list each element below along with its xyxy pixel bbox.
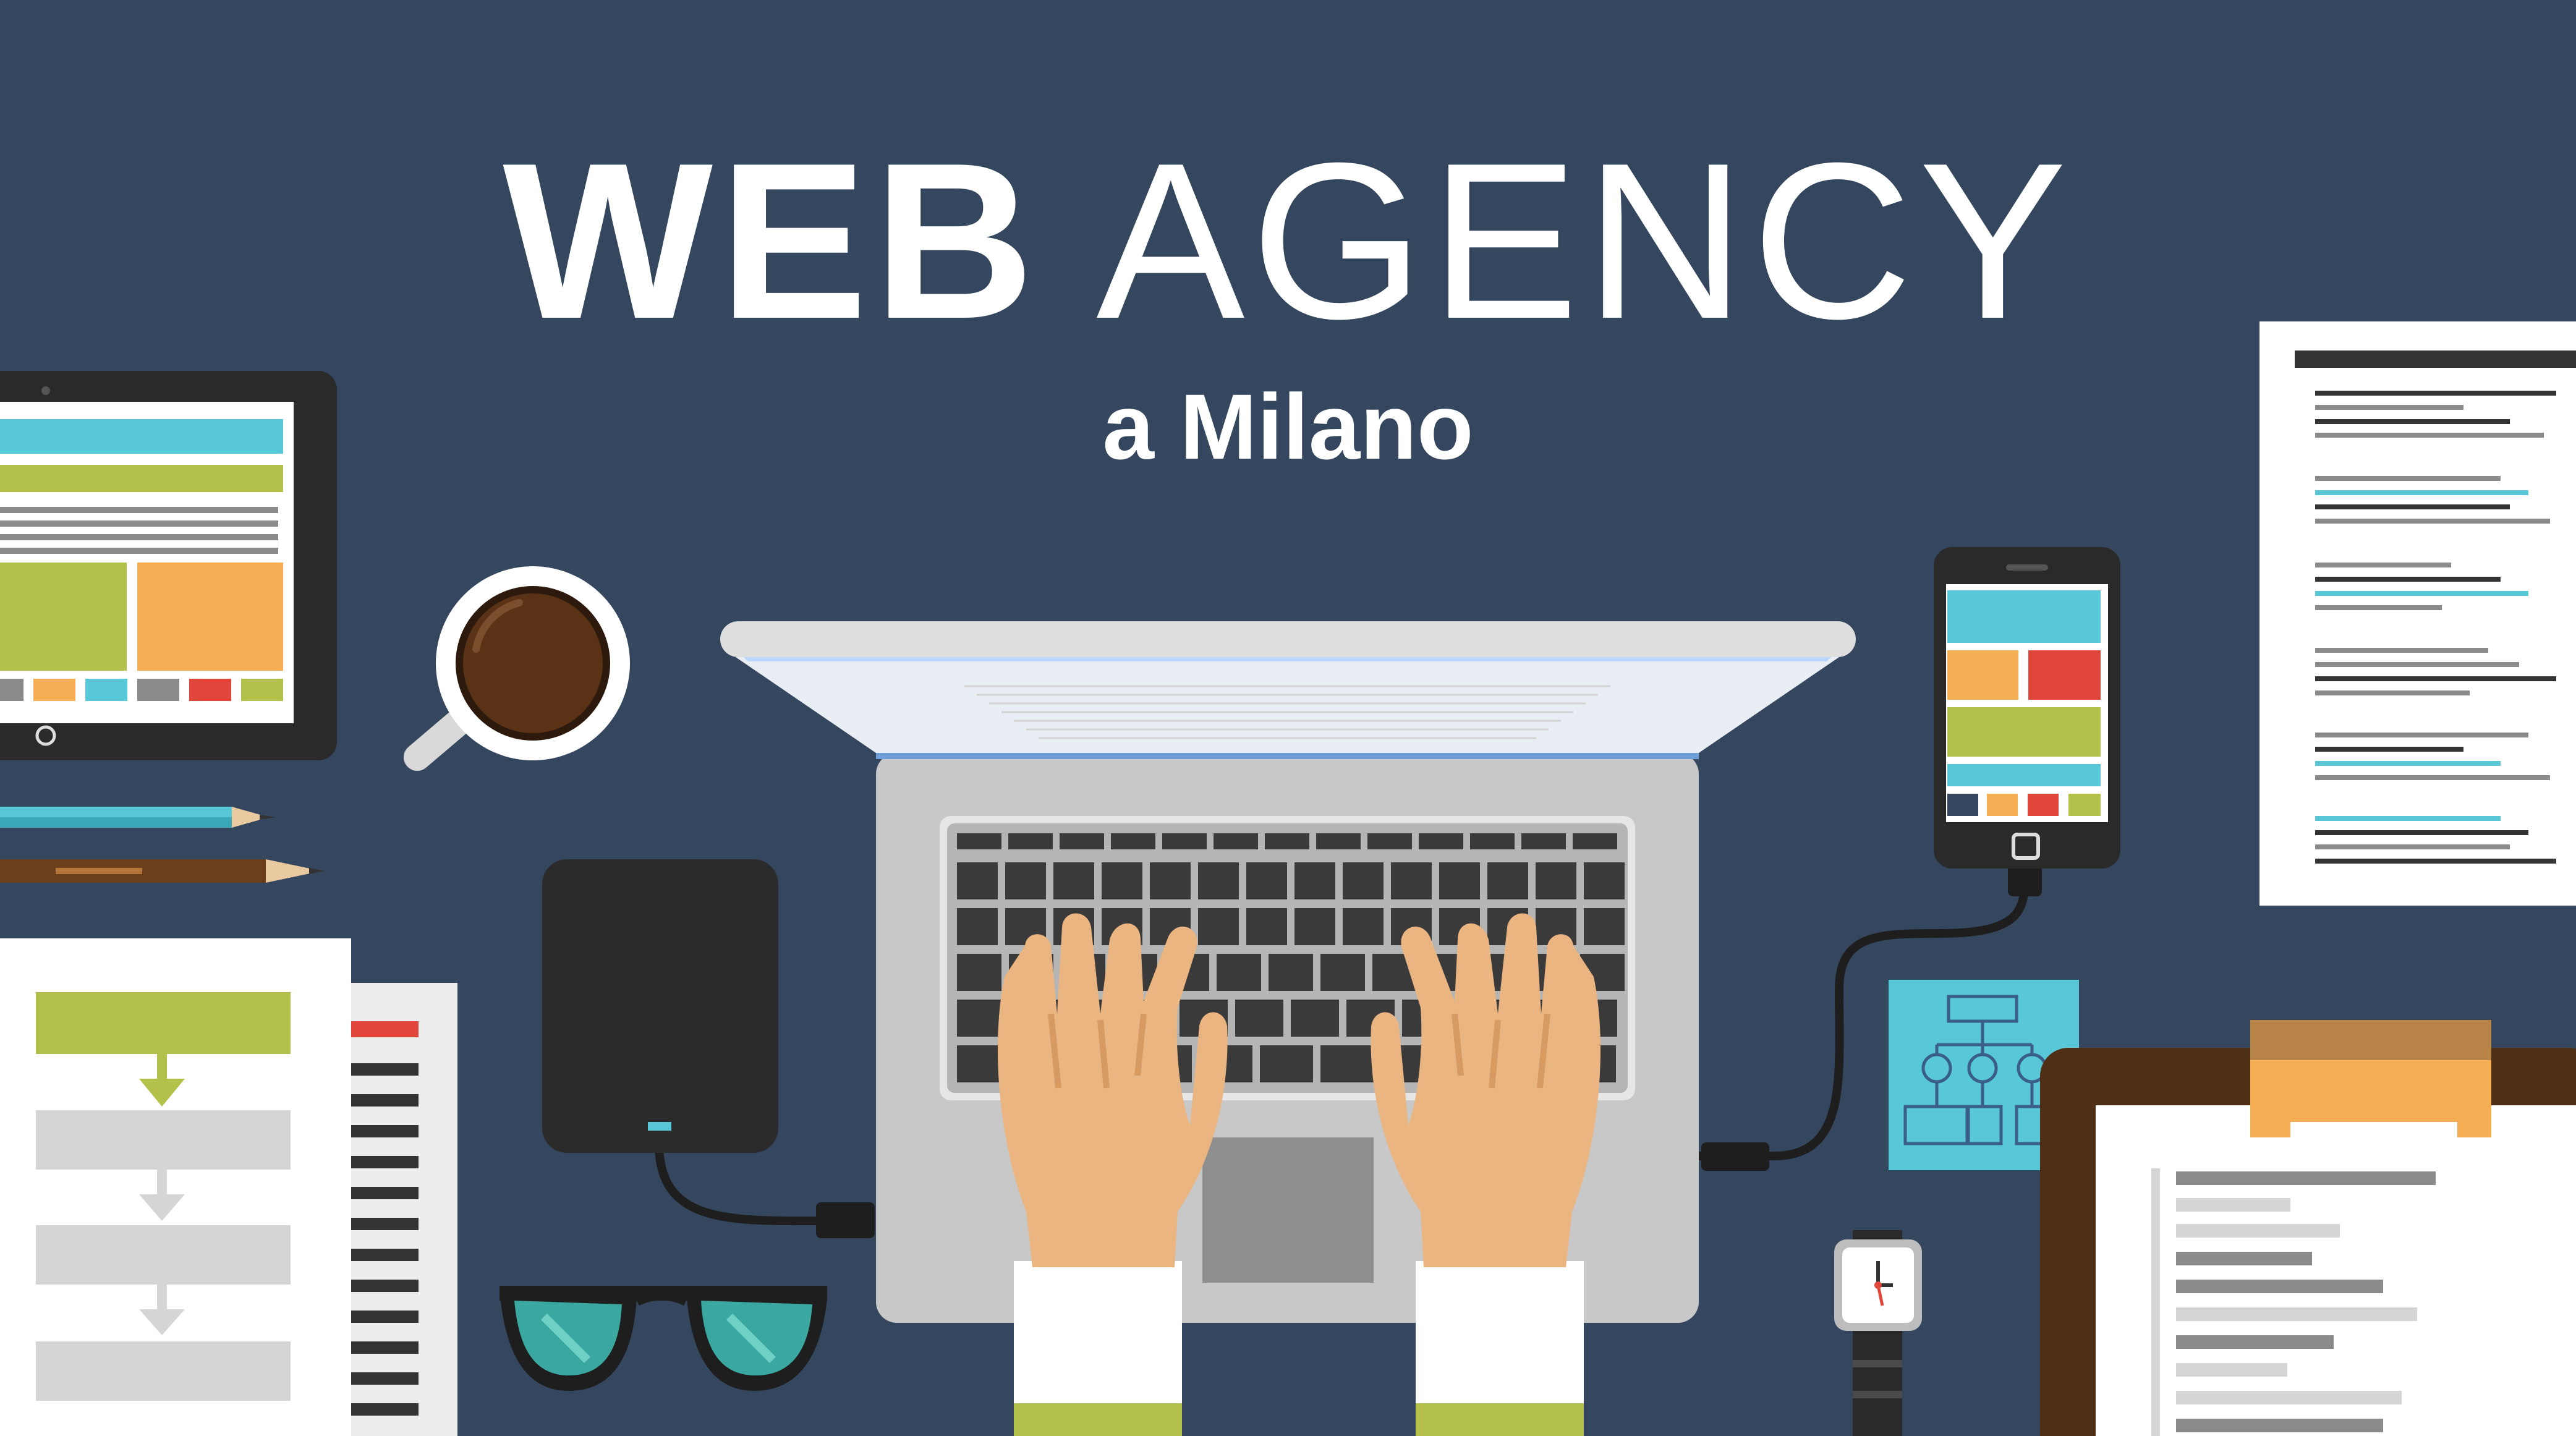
pencil-icon — [0, 807, 275, 828]
document-text-line — [2315, 662, 2519, 667]
keyboard-key — [1320, 954, 1365, 991]
document-text-line — [2315, 761, 2501, 766]
coffee-cup-icon — [404, 566, 630, 771]
keyboard-key — [1005, 862, 1046, 899]
document-text-line — [2315, 504, 2510, 509]
document-text-line — [2315, 775, 2550, 780]
keyboard-key — [1536, 862, 1576, 899]
keyboard-key — [957, 1000, 1005, 1037]
keyboard-key — [1198, 908, 1239, 945]
document-text-line — [2315, 733, 2528, 737]
keyboard-key — [1291, 1000, 1339, 1037]
keyboard-key — [1269, 954, 1313, 991]
document-text-line — [2315, 563, 2451, 567]
document-text-line — [2315, 859, 2556, 864]
glasses-icon — [499, 1286, 827, 1391]
clipboard-text-line — [2176, 1335, 2334, 1349]
keyboard-key — [1419, 833, 1463, 849]
keyboard-key — [957, 862, 998, 899]
keyboard-key — [1265, 833, 1309, 849]
keyboard-key — [1320, 1045, 1374, 1082]
keyboard-key — [1214, 833, 1258, 849]
keyboard-key — [1487, 862, 1528, 899]
keyboard-key — [1294, 908, 1335, 945]
keyboard-key — [1008, 833, 1053, 849]
keyboard-key — [1246, 862, 1287, 899]
clipboard-text-line — [2176, 1307, 2417, 1321]
keyboard-key — [957, 833, 1001, 849]
document-text-line — [2315, 690, 2470, 695]
keyboard-key — [1162, 833, 1207, 849]
web-agency-banner: WEB AGENCY a Milano — [0, 0, 2576, 1436]
clipboard-text-line — [2176, 1252, 2312, 1265]
keyboard-key — [1260, 1045, 1313, 1082]
document-text-line — [2315, 747, 2463, 752]
wristwatch-icon — [1834, 1230, 1922, 1436]
page-title: WEB AGENCY — [0, 117, 2576, 365]
clipboard-icon — [2040, 1020, 2576, 1436]
external-hard-drive-icon — [542, 859, 875, 1238]
keyboard-key — [1584, 862, 1625, 899]
clipboard-text-line — [2176, 1171, 2436, 1185]
keyboard-key — [1235, 1000, 1283, 1037]
keyboard-key — [1150, 862, 1191, 899]
title-bold: WEB — [503, 117, 1041, 365]
pen-icon — [0, 859, 325, 883]
keyboard-key — [1198, 862, 1239, 899]
keyboard-key — [1470, 833, 1515, 849]
keyboard-key — [957, 954, 1001, 991]
clipboard-text-line — [2176, 1280, 2383, 1293]
document-text-line — [2315, 648, 2488, 653]
calendar-strip-icon — [349, 983, 457, 1436]
document-text-line — [2315, 830, 2528, 835]
document-text-line — [2315, 844, 2510, 849]
document-text-line — [2315, 577, 2501, 582]
keyboard-key — [957, 908, 998, 945]
clipboard-text-line — [2176, 1363, 2287, 1377]
keyboard-key — [1367, 833, 1412, 849]
clipboard-text-line — [2176, 1198, 2290, 1212]
keyboard-key — [1217, 954, 1261, 991]
clipboard-text-line — [2176, 1224, 2340, 1238]
keyboard-key — [1521, 833, 1566, 849]
clipboard-text-line — [2176, 1391, 2402, 1404]
keyboard-key — [1573, 833, 1617, 849]
document-text-line — [2315, 816, 2501, 821]
page-subtitle: a Milano — [1102, 375, 1474, 478]
flowchart-paper-icon — [0, 938, 351, 1436]
keyboard-key — [1246, 908, 1287, 945]
clipboard-text-line — [2176, 1419, 2383, 1432]
keyboard-key — [1343, 862, 1384, 899]
keyboard-key — [1053, 862, 1094, 899]
keyboard-key — [1343, 908, 1384, 945]
keyboard-key — [1391, 862, 1432, 899]
document-text-line — [2315, 605, 2442, 610]
keyboard-key — [1439, 862, 1480, 899]
document-text-line — [2315, 676, 2556, 681]
keyboard-key — [1111, 833, 1155, 849]
keyboard-key — [1584, 908, 1625, 945]
keyboard-key — [1294, 862, 1335, 899]
document-text-line — [2315, 519, 2550, 524]
title-light: AGENCY — [1096, 117, 2073, 365]
smartphone-icon — [1934, 547, 2120, 869]
document-text-line — [2315, 490, 2528, 495]
keyboard-key — [1316, 833, 1361, 849]
keyboard-key — [1060, 833, 1104, 849]
keyboard-key — [1102, 862, 1142, 899]
document-text-line — [2315, 591, 2528, 596]
